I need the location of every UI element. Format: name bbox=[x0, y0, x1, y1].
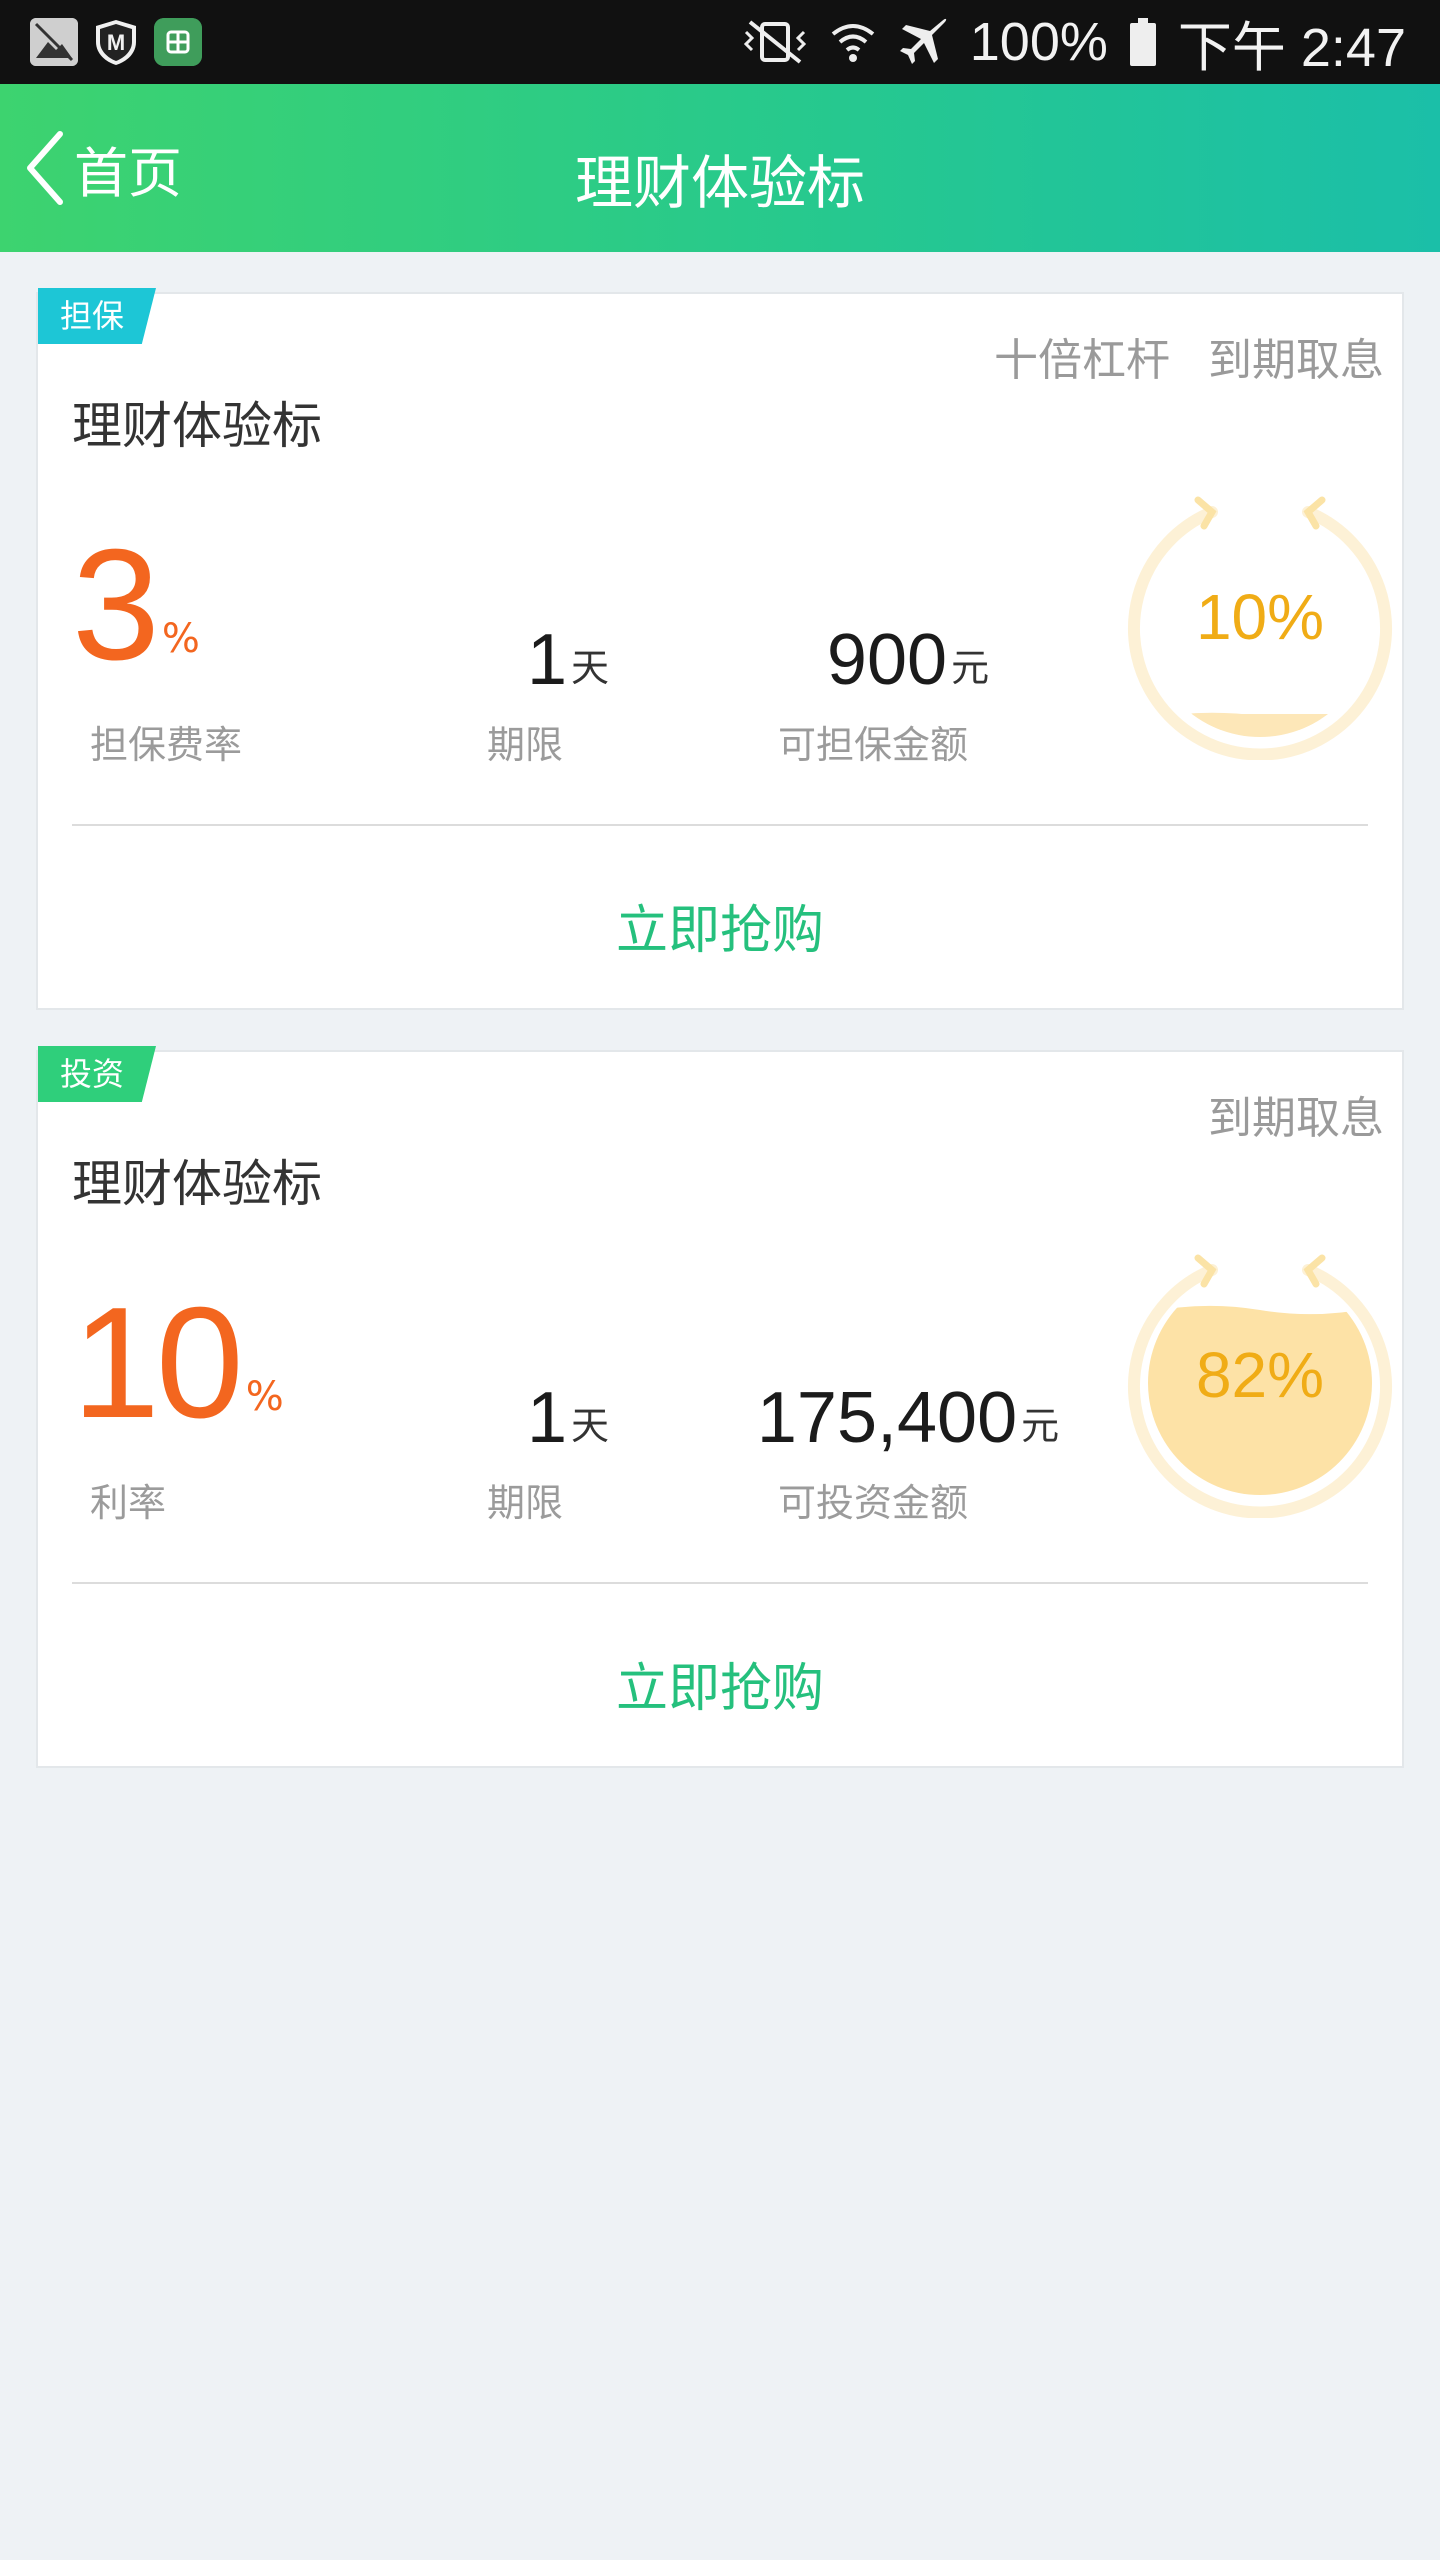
amount-unit: 元 bbox=[1021, 1404, 1060, 1448]
rate-value: 10 % bbox=[72, 1284, 284, 1442]
card-divider bbox=[72, 824, 1368, 826]
svg-text:M: M bbox=[107, 30, 125, 55]
term-label: 期限 bbox=[487, 723, 564, 767]
product-tags: 十倍杠杆 到期取息 bbox=[994, 324, 1384, 388]
shield-m-icon: M bbox=[96, 20, 136, 65]
product-type-badge: 投资 bbox=[38, 1046, 156, 1102]
product-title: 理财体验标 bbox=[72, 397, 322, 455]
term-unit: 天 bbox=[571, 1404, 610, 1448]
term-label: 期限 bbox=[487, 1481, 564, 1525]
term-value: 1 天 bbox=[468, 624, 668, 696]
term-value: 1 天 bbox=[468, 1382, 668, 1454]
amount-value: 900 元 bbox=[698, 624, 1118, 696]
progress-gauge: 10% bbox=[1120, 470, 1400, 761]
system-status: 100% 下午 2:47 bbox=[742, 8, 1406, 78]
page-title: 理财体验标 bbox=[574, 149, 865, 217]
product-tag: 十倍杠杆 bbox=[994, 335, 1170, 386]
amount-unit: 元 bbox=[951, 646, 990, 690]
status-bar: M 100% 下午 2:47 bbox=[0, 0, 1440, 84]
card-divider bbox=[72, 1582, 1368, 1584]
amount-value: 175,400 元 bbox=[698, 1382, 1118, 1454]
battery-percent: 100% bbox=[969, 12, 1108, 72]
product-tag: 到期取息 bbox=[1208, 1093, 1384, 1144]
rate-value: 3 % bbox=[72, 526, 200, 684]
amount-number: 900 bbox=[826, 620, 948, 700]
term-unit: 天 bbox=[571, 646, 610, 690]
product-type-badge: 担保 bbox=[38, 288, 156, 344]
rate-number: 10 bbox=[72, 1275, 244, 1451]
app-icon bbox=[154, 18, 202, 66]
product-card[interactable]: 投资 到期取息 理财体验标 10 % 利率 1 天 期限 175,400 元 可… bbox=[36, 1046, 1404, 1768]
buy-now-button[interactable]: 立即抢购 bbox=[38, 1646, 1402, 1721]
product-card[interactable]: 担保 十倍杠杆 到期取息 理财体验标 3 % 担保费率 1 天 期限 900 元… bbox=[36, 288, 1404, 1010]
term-number: 1 bbox=[526, 620, 568, 700]
product-title: 理财体验标 bbox=[72, 1155, 322, 1213]
progress-percent: 82% bbox=[1195, 1339, 1325, 1411]
gallery-icon bbox=[30, 18, 78, 66]
product-tag: 到期取息 bbox=[1208, 335, 1384, 386]
buy-now-button[interactable]: 立即抢购 bbox=[38, 888, 1402, 963]
rate-number: 3 bbox=[72, 517, 160, 693]
rate-unit: % bbox=[161, 616, 200, 662]
rate-label: 利率 bbox=[90, 1481, 167, 1525]
app-header: 首页 理财体验标 bbox=[0, 84, 1440, 252]
term-number: 1 bbox=[526, 1378, 568, 1458]
airplane-icon bbox=[899, 18, 946, 64]
wifi-icon bbox=[831, 24, 875, 62]
battery-icon bbox=[1129, 18, 1156, 66]
clock: 下午 2:47 bbox=[1177, 17, 1406, 78]
amount-label: 可担保金额 bbox=[778, 723, 969, 767]
amount-label: 可投资金额 bbox=[778, 1481, 969, 1525]
amount-number: 175,400 bbox=[756, 1378, 1018, 1458]
rate-unit: % bbox=[245, 1374, 284, 1420]
progress-gauge: 82% bbox=[1120, 1228, 1400, 1519]
progress-percent: 10% bbox=[1195, 581, 1325, 653]
vibrate-icon bbox=[743, 20, 806, 64]
product-tags: 到期取息 bbox=[1208, 1082, 1384, 1146]
notification-icons: M bbox=[30, 18, 202, 66]
rate-label: 担保费率 bbox=[90, 723, 243, 767]
